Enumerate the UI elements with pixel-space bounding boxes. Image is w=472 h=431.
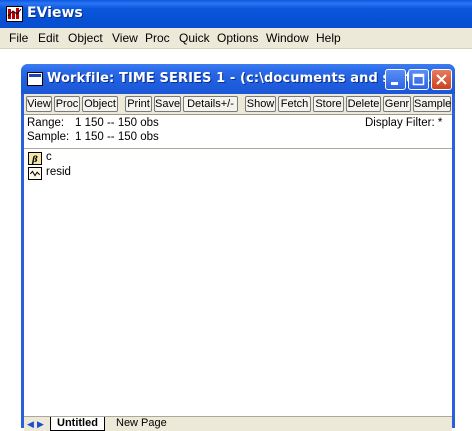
store-button[interactable]: Store [313,96,344,112]
close-icon [436,74,447,85]
maximize-button[interactable] [408,69,429,90]
menu-edit[interactable]: Edit [38,31,59,45]
menu-proc[interactable]: Proc [145,31,170,45]
menu-help[interactable]: Help [316,31,341,45]
eviews-app-icon [6,6,23,22]
workfile-toolbar: View Proc Object Print Save Details+/- S… [24,94,452,114]
sample-label: Sample: [27,131,70,143]
series-icon [28,167,42,180]
menu-file[interactable]: File [9,31,28,45]
save-button[interactable]: Save [154,96,181,112]
workfile-title: Workfile: TIME SERIES 1 - (c:\documents … [47,71,441,86]
close-button[interactable] [431,69,452,90]
tab-new-page[interactable]: New Page [110,417,173,430]
minimize-icon [391,82,398,85]
menu-view[interactable]: View [112,31,138,45]
details-button[interactable]: Details+/- [183,96,238,112]
coefficient-icon: β [28,152,42,165]
object-label: c [46,151,52,163]
tab-untitled[interactable]: Untitled [50,417,105,431]
page-tab-bar: ◀ ▶ Untitled New Page [24,416,452,431]
display-filter[interactable]: Display Filter: * [365,117,442,129]
list-item-resid[interactable]: resid [28,166,88,181]
object-button[interactable]: Object [82,96,118,112]
list-item-c[interactable]: β c [28,151,88,166]
menu-options[interactable]: Options [217,31,258,45]
range-value[interactable]: 1 150 -- 150 obs [75,117,159,129]
maximize-icon [412,73,425,86]
workfile-icon [27,72,43,86]
workfile-body: View Proc Object Print Save Details+/- S… [24,94,452,431]
fetch-button[interactable]: Fetch [278,96,311,112]
app-title: EViews [27,5,83,21]
minimize-button[interactable] [385,69,406,90]
sample-value[interactable]: 1 150 -- 150 obs [75,131,159,143]
delete-button[interactable]: Delete [346,96,381,112]
view-button[interactable]: View [26,96,52,112]
object-list: β c resid [24,148,452,431]
menu-quick[interactable]: Quick [179,31,210,45]
range-label: Range: [27,117,65,129]
workfile-titlebar[interactable]: Workfile: TIME SERIES 1 - (c:\documents … [21,64,455,94]
svg-text:β: β [31,154,38,164]
menu-object[interactable]: Object [68,31,103,45]
app-titlebar[interactable]: EViews [0,0,472,28]
proc-button[interactable]: Proc [54,96,80,112]
menu-window[interactable]: Window [266,31,309,45]
sample-button[interactable]: Sample [413,96,451,112]
menu-bar: File Edit Object View Proc Quick Options… [0,28,472,49]
genr-button[interactable]: Genr [383,96,411,112]
print-button[interactable]: Print [125,96,152,112]
workfile-window: Workfile: TIME SERIES 1 - (c:\documents … [21,64,455,431]
object-label: resid [46,166,71,178]
show-button[interactable]: Show [245,96,276,112]
workfile-info: Range: 1 150 -- 150 obs Sample: 1 150 --… [24,114,452,148]
